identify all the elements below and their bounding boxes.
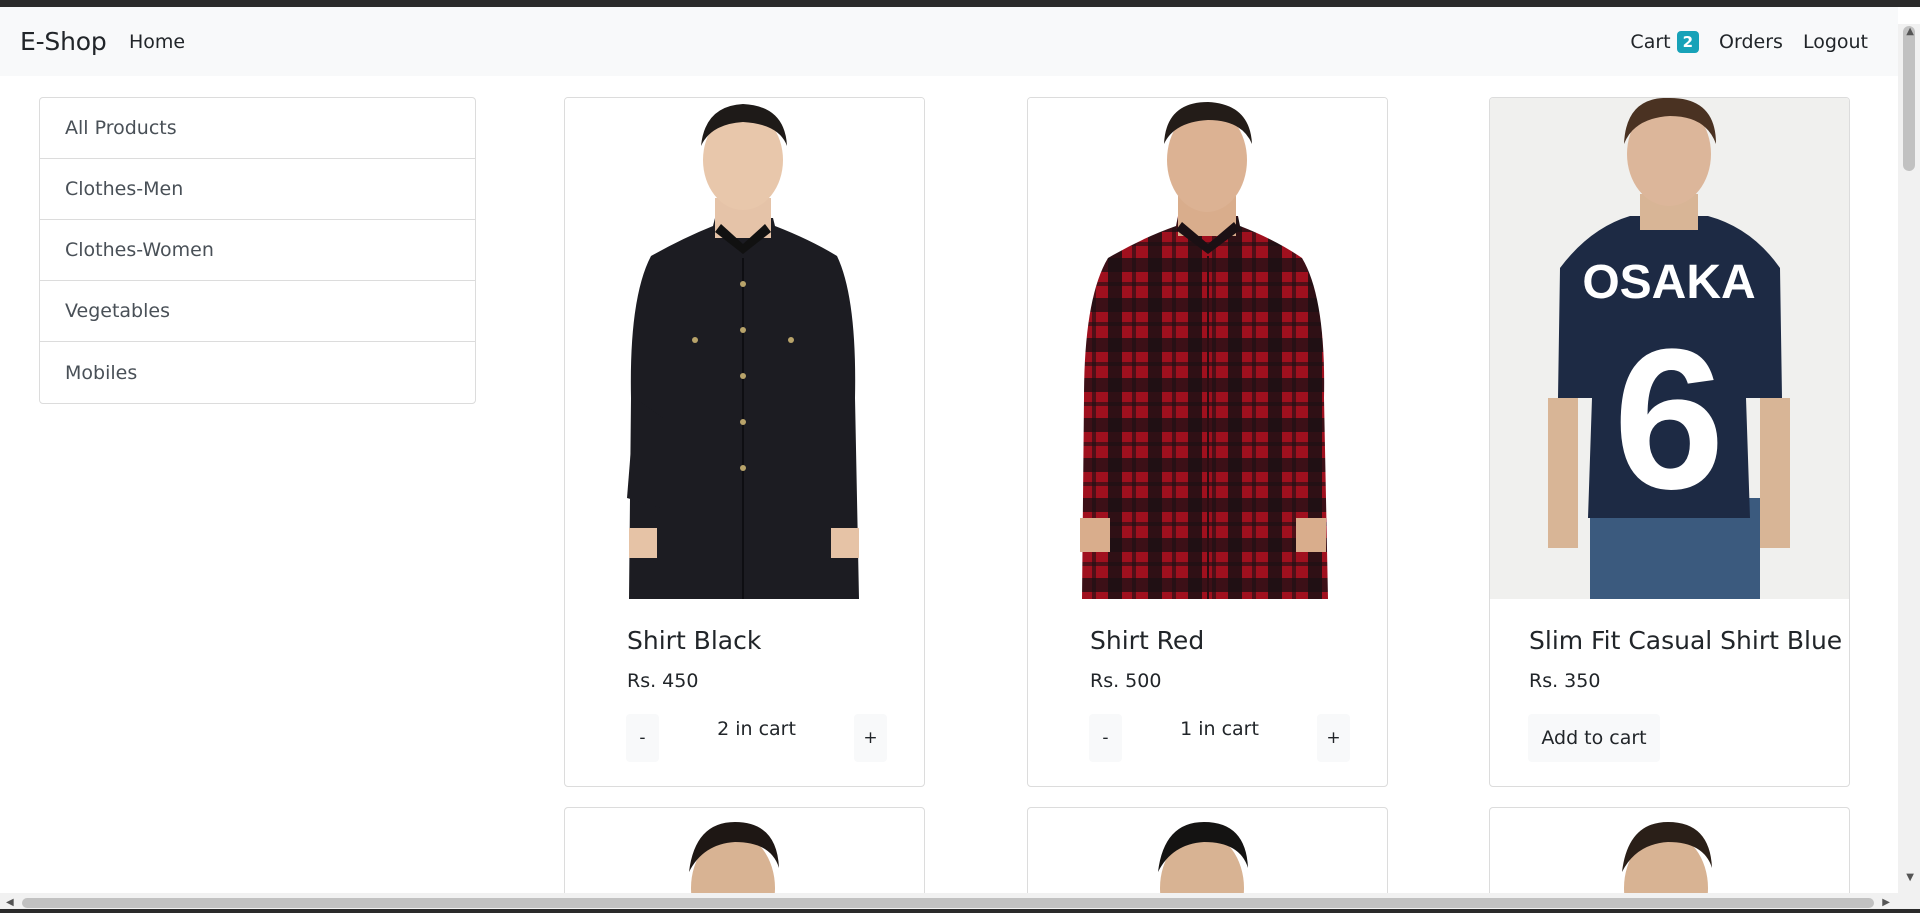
- product-image[interactable]: [565, 808, 924, 897]
- product-price: Rs. 450: [627, 670, 699, 692]
- shirt-black-image: [565, 98, 924, 599]
- brand-logo[interactable]: E-Shop: [20, 27, 107, 56]
- product-card: Shirt Black Rs. 450: [564, 97, 925, 787]
- category-vegetables[interactable]: Vegetables: [40, 281, 475, 342]
- product-body: Slim Fit Casual Shirt Blue Rs. 350: [1529, 626, 1843, 692]
- nav-right-group: Cart 2 Orders Logout: [1630, 30, 1868, 53]
- product-title: Slim Fit Casual Shirt Blue: [1529, 626, 1843, 655]
- category-all-products[interactable]: All Products: [40, 98, 475, 159]
- tshirt-print-text: OSAKA: [1582, 256, 1755, 309]
- product-body: Shirt Black Rs. 450: [627, 626, 886, 692]
- quantity-stepper: - 1 in cart +: [1089, 714, 1350, 762]
- scroll-down-arrow-icon[interactable]: ▼: [1906, 872, 1914, 883]
- nav-cart-link[interactable]: Cart 2: [1630, 30, 1700, 53]
- nav-home-link[interactable]: Home: [129, 31, 185, 53]
- increase-qty-button[interactable]: +: [854, 714, 887, 762]
- product-image[interactable]: [565, 98, 924, 599]
- product-title: Shirt Black: [627, 626, 762, 655]
- nav-orders-link[interactable]: Orders: [1719, 31, 1783, 53]
- product-image[interactable]: [1028, 808, 1387, 897]
- nav-logout-link[interactable]: Logout: [1803, 31, 1868, 53]
- product-image[interactable]: OSAKA 6: [1490, 98, 1849, 599]
- scroll-up-arrow-icon[interactable]: ▲: [1906, 26, 1914, 37]
- product-card: OSAKA 6 Slim Fit Casual Shirt Blue Rs. 3…: [1489, 97, 1850, 787]
- category-list: All Products Clothes-Men Clothes-Women V…: [39, 97, 476, 404]
- product-title: Shirt Red: [1090, 626, 1205, 655]
- category-clothes-women[interactable]: Clothes-Women: [40, 220, 475, 281]
- product-image[interactable]: [1490, 808, 1849, 897]
- add-to-cart-button[interactable]: Add to cart: [1528, 714, 1660, 762]
- cart-label: Cart: [1630, 30, 1671, 53]
- product-body: Shirt Red Rs. 500: [1090, 626, 1349, 692]
- tshirt-print-number: 6: [1613, 308, 1724, 531]
- taskbar-edge: [0, 909, 1920, 913]
- quantity-stepper: - 2 in cart +: [626, 714, 887, 762]
- vertical-scroll-thumb[interactable]: [1903, 26, 1915, 171]
- tshirt-blue-image: OSAKA 6: [1490, 98, 1849, 599]
- category-mobiles[interactable]: Mobiles: [40, 342, 475, 403]
- horizontal-scroll-thumb[interactable]: [22, 898, 1874, 908]
- product-card: [1027, 807, 1388, 897]
- vertical-scrollbar[interactable]: [1898, 24, 1920, 893]
- top-navbar: E-Shop Home Cart 2 Orders Logout: [0, 7, 1898, 76]
- product-image[interactable]: [1028, 98, 1387, 599]
- increase-qty-button[interactable]: +: [1317, 714, 1350, 762]
- window-top-border: [0, 0, 1920, 7]
- shirt-red-image: [1028, 98, 1387, 599]
- scroll-right-arrow-icon[interactable]: ▶: [1882, 897, 1890, 908]
- in-cart-count: 1 in cart: [1180, 718, 1259, 740]
- category-clothes-men[interactable]: Clothes-Men: [40, 159, 475, 220]
- product-price: Rs. 350: [1529, 670, 1601, 692]
- product-card: [564, 807, 925, 897]
- product-price: Rs. 500: [1090, 670, 1162, 692]
- scroll-left-arrow-icon[interactable]: ◀: [6, 897, 14, 908]
- product-card: [1489, 807, 1850, 897]
- cart-count-badge: 2: [1676, 30, 1700, 53]
- product-card: Shirt Red Rs. 500: [1027, 97, 1388, 787]
- in-cart-count: 2 in cart: [717, 718, 796, 740]
